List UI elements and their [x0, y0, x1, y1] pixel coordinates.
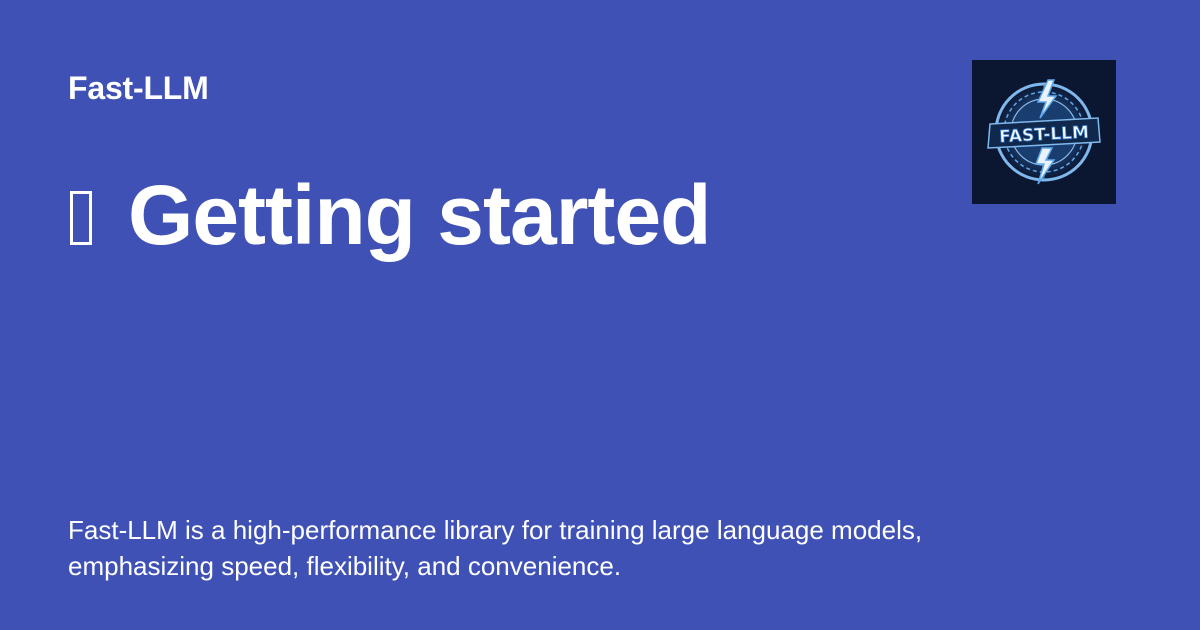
logo-emblem: FAST-LLM [972, 60, 1116, 204]
fast-llm-logo: FAST-LLM [972, 60, 1116, 204]
page-title: Getting started [64, 165, 711, 265]
site-name: Fast-LLM [68, 70, 209, 106]
page-description: Fast-LLM is a high-performance library f… [68, 515, 923, 581]
rocket-icon [70, 191, 92, 245]
page-title-text: Getting started [128, 168, 711, 262]
social-card: Fast-LLM Getting started Fast-LLM is a h… [0, 0, 1200, 630]
